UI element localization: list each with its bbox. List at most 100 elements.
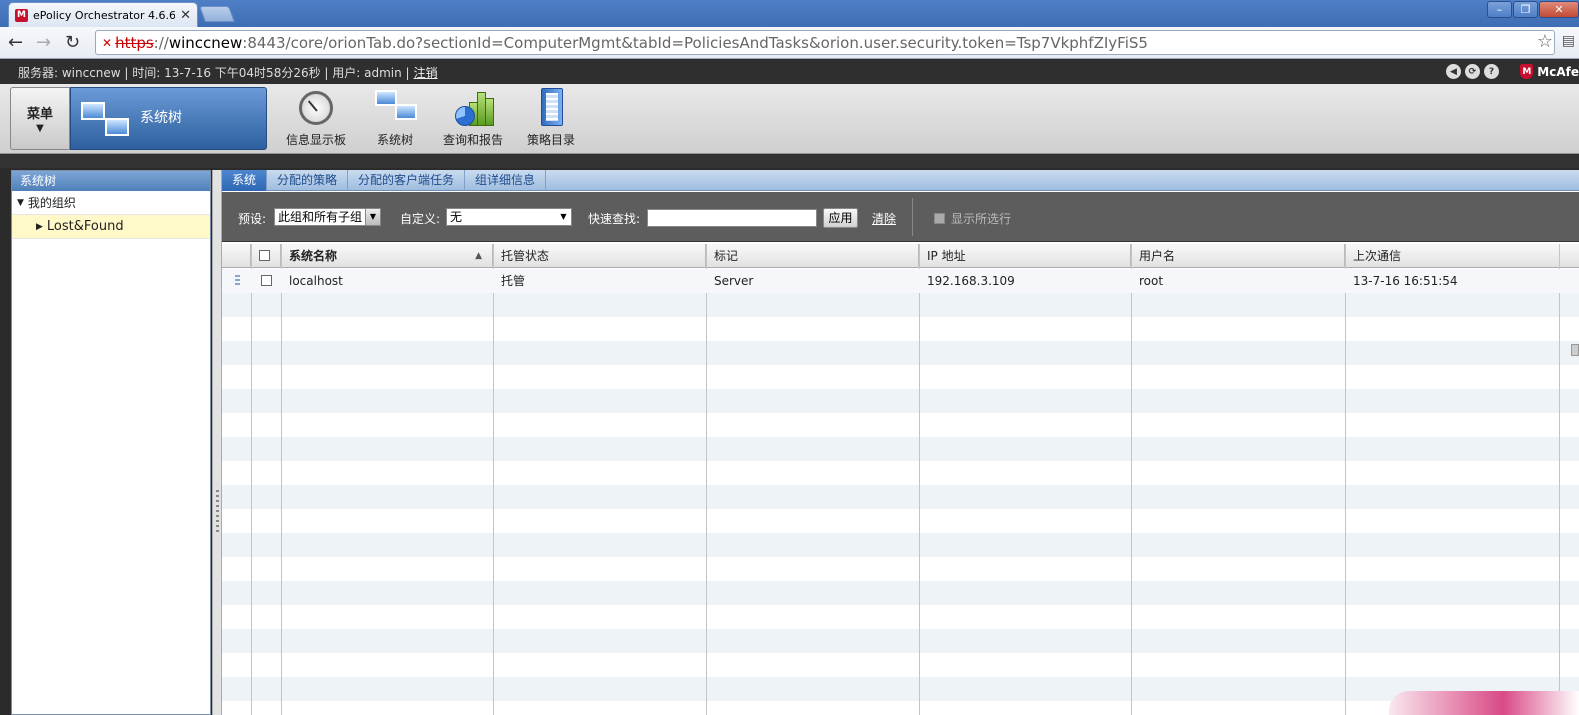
question-circle-icon[interactable]: ? [1484, 64, 1499, 79]
column-divider [1559, 244, 1560, 715]
cell-system-name[interactable]: localhost [281, 269, 343, 293]
server-status-strip: 服务器: winccnew | 时间: 13-7-16 下午04时58分26秒 … [0, 60, 1579, 84]
insecure-lock-icon: ✕ [102, 35, 113, 50]
column-managed-state[interactable]: 托管状态 [493, 244, 706, 268]
tab-systems[interactable]: 系统 [222, 170, 268, 191]
column-divider [919, 244, 920, 715]
policy-catalog-icon [531, 88, 571, 126]
shortcut-label: 系统树 [376, 133, 413, 147]
custom-select[interactable]: 无 ▼ [446, 208, 572, 226]
window-controls: – ❐ ✕ [1487, 1, 1579, 18]
new-tab-button[interactable] [199, 6, 235, 22]
dropdown-arrow-icon: ▼ [365, 209, 380, 225]
table-header: 系统名称 ▲ 托管状态 标记 IP 地址 用户名 上次通信 [222, 244, 1579, 268]
cell-ip-address: 192.168.3.109 [927, 274, 1015, 288]
sort-ascending-icon: ▲ [475, 251, 482, 261]
cell-managed-state: 托管 [501, 274, 526, 288]
cell-user-name: root [1139, 274, 1164, 288]
tree-panel-header: 系统树 [12, 171, 210, 191]
select-all-checkbox[interactable] [259, 250, 270, 261]
toolbar-divider [0, 155, 1579, 168]
custom-value: 无 [450, 210, 463, 224]
active-app-system-tree[interactable]: 系统树 [70, 87, 267, 150]
column-user-name[interactable]: 用户名 [1131, 244, 1345, 268]
cell-last-communication: 13-7-16 16:51:54 [1353, 274, 1458, 288]
help-circle-icon[interactable]: ⟳ [1465, 64, 1480, 79]
url-host: winccnew [168, 33, 243, 52]
shortcut-system-tree[interactable]: 系统树 [355, 88, 435, 148]
mcafee-shield-icon: M [1520, 64, 1534, 79]
back-circle-icon[interactable]: ◀ [1446, 64, 1461, 79]
row-checkbox[interactable] [261, 275, 272, 286]
column-divider [1131, 244, 1132, 715]
clear-link[interactable]: 清除 [872, 210, 896, 227]
maximize-button[interactable]: ❐ [1513, 1, 1538, 18]
column-ip-address[interactable]: IP 地址 [919, 244, 1131, 268]
custom-label: 自定义: [400, 212, 441, 226]
main-toolbar: 菜单 ▼ 系统树 信息显示板 系统树 查询和报告 策略目录 [0, 84, 1579, 154]
minimize-button[interactable]: – [1487, 1, 1512, 18]
tree-node-my-organization[interactable]: ▼ 我的组织 [12, 191, 210, 215]
quickfind-label: 快速查找: [588, 212, 641, 226]
content-tabs: 系统 分配的策略 分配的客户端任务 组详细信息 [222, 170, 1579, 191]
row-drag-handle-icon[interactable] [235, 275, 240, 287]
close-window-button[interactable]: ✕ [1539, 1, 1579, 18]
system-tree-panel: 系统树 ▼ 我的组织 ▶ Lost&Found [11, 170, 211, 715]
expanded-triangle-icon[interactable]: ▼ [17, 198, 24, 208]
active-app-label: 系统树 [140, 110, 182, 126]
select-all-header [251, 244, 281, 268]
column-tags[interactable]: 标记 [706, 244, 919, 268]
shortcut-policy-catalog[interactable]: 策略目录 [511, 88, 591, 148]
tab-assigned-client-tasks[interactable]: 分配的客户端任务 [348, 170, 466, 191]
shortcut-dashboard[interactable]: 信息显示板 [276, 88, 356, 148]
browser-tab[interactable]: M ePolicy Orchestrator 4.6.6 (E ✕ [8, 2, 198, 27]
panel-splitter[interactable] [212, 170, 222, 715]
column-divider [281, 244, 282, 715]
column-divider [251, 244, 252, 715]
browser-navbar: ← → ↻ ✕ https://winccnew:8443/core/orion… [0, 27, 1579, 59]
table-body [222, 269, 1579, 715]
splitter-grip-icon[interactable] [216, 490, 219, 535]
scrollbar-handle[interactable] [1571, 344, 1579, 356]
address-bar[interactable]: ✕ https://winccnew:8443/core/orionTab.do… [95, 30, 1555, 55]
forward-arrow-icon[interactable]: → [36, 32, 51, 53]
shortcut-label: 信息显示板 [285, 133, 346, 147]
tree-node-lost-found[interactable]: ▶ Lost&Found [12, 215, 210, 239]
show-selected-checkbox[interactable] [934, 213, 945, 224]
collapsed-triangle-icon[interactable]: ▶ [36, 222, 43, 232]
preset-select[interactable]: 此组和所有子组 ▼ [274, 208, 381, 226]
reload-icon[interactable]: ↻ [65, 32, 80, 53]
column-divider [493, 244, 494, 715]
tree-node-label: Lost&Found [46, 219, 124, 234]
column-label: 系统名称 [289, 249, 338, 263]
shortcut-label: 查询和报告 [442, 133, 503, 147]
chevron-down-icon: ▼ [36, 123, 44, 134]
tree-node-label: 我的组织 [27, 196, 76, 210]
show-selected-option: 显示所选行 [934, 210, 1011, 227]
quickfind-input[interactable] [647, 209, 817, 227]
bookmark-star-icon[interactable]: ☆ [1537, 31, 1553, 52]
column-divider [706, 244, 707, 715]
table-row[interactable]: localhost 托管 Server 192.168.3.109 root 1… [222, 269, 1579, 293]
column-divider [1345, 244, 1346, 715]
column-last-communication[interactable]: 上次通信 [1345, 244, 1559, 268]
tab-group-details[interactable]: 组详细信息 [465, 170, 547, 191]
mcafee-brand-text: McAfe [1537, 64, 1579, 79]
apply-button[interactable]: 应用 [823, 208, 858, 228]
shortcut-queries-reports[interactable]: 查询和报告 [433, 88, 513, 148]
system-tree-icon [375, 88, 417, 125]
back-arrow-icon[interactable]: ← [8, 32, 23, 53]
systems-table: 系统名称 ▲ 托管状态 标记 IP 地址 用户名 上次通信 localhost … [222, 244, 1579, 715]
mcafee-favicon-icon: M [15, 8, 28, 22]
cell-tags: Server [714, 274, 754, 288]
desktop-wallpaper-corner [1389, 691, 1579, 715]
column-system-name[interactable]: 系统名称 ▲ [281, 244, 493, 268]
wrench-icon[interactable]: ▤ [1562, 33, 1575, 49]
url-path: :8443/core/orionTab.do?sectionId=Compute… [242, 33, 1148, 52]
menu-button[interactable]: 菜单 ▼ [10, 87, 70, 150]
tab-assigned-policies[interactable]: 分配的策略 [267, 170, 349, 191]
shortcut-label: 策略目录 [526, 133, 575, 147]
browser-tab-title: ePolicy Orchestrator 4.6.6 (E [33, 8, 176, 22]
logout-link[interactable]: 注销 [414, 64, 438, 81]
tab-close-icon[interactable]: ✕ [180, 8, 191, 23]
